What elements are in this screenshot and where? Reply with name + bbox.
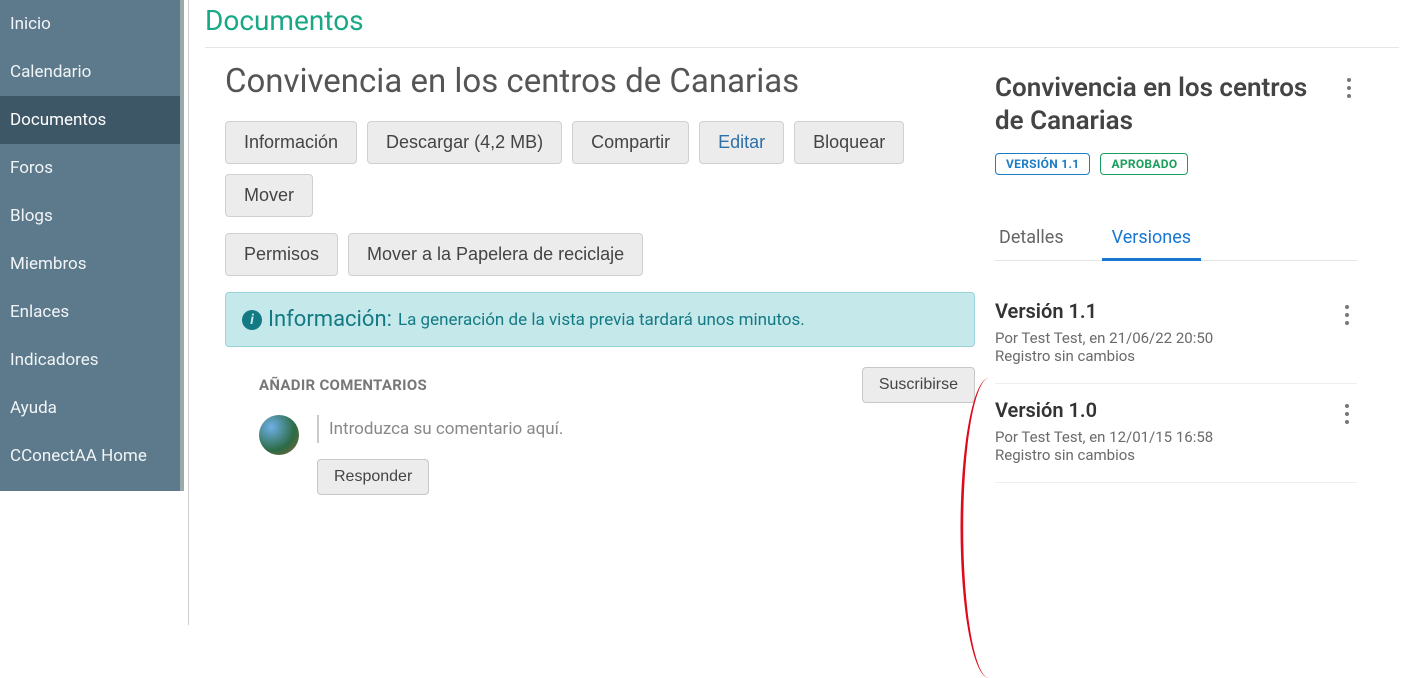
version-log: Registro sin cambios <box>995 347 1213 365</box>
comments-header-row: AÑADIR COMENTARIOS Suscribirse <box>225 367 975 415</box>
sidebar-item-documentos[interactable]: Documentos <box>0 96 180 144</box>
sidebar-item-ayuda[interactable]: Ayuda <box>0 384 180 432</box>
sidebar-item-blogs[interactable]: Blogs <box>0 192 180 240</box>
alert-body: La generación de la vista previa tardará… <box>398 310 805 330</box>
comment-input[interactable]: Introduzca su comentario aquí. <box>317 415 975 443</box>
comment-area: Introduzca su comentario aquí. Responder <box>225 415 975 495</box>
version-badge: VERSIÓN 1.1 <box>995 153 1090 175</box>
page-title: Documentos <box>205 0 1399 48</box>
side-kebab-menu[interactable] <box>1341 72 1357 104</box>
info-button[interactable]: Información <box>225 121 357 164</box>
sidebar-item-cconectaa-home[interactable]: CConectAA Home <box>0 432 180 480</box>
sidebar-item-miembros[interactable]: Miembros <box>0 240 180 288</box>
alert-heading: Información: <box>268 307 392 332</box>
sidebar-item-calendario[interactable]: Calendario <box>0 48 180 96</box>
version-list: Versión 1.1 Por Test Test, en 21/06/22 2… <box>995 291 1357 483</box>
reply-button[interactable]: Responder <box>317 459 429 495</box>
version-item[interactable]: Versión 1.1 Por Test Test, en 21/06/22 2… <box>995 291 1357 384</box>
comments-heading: AÑADIR COMENTARIOS <box>259 376 427 394</box>
recycle-button[interactable]: Mover a la Papelera de reciclaje <box>348 233 643 276</box>
badge-row: VERSIÓN 1.1 APROBADO <box>995 153 1357 175</box>
lock-button[interactable]: Bloquear <box>794 121 904 164</box>
main-content: Documentos Convivencia en los centros de… <box>188 0 1419 625</box>
tab-versions[interactable]: Versiones <box>1108 219 1195 260</box>
version-meta: Por Test Test, en 21/06/22 20:50 <box>995 329 1213 347</box>
sidebar-item-indicadores[interactable]: Indicadores <box>0 336 180 384</box>
side-tabs: Detalles Versiones <box>995 219 1357 261</box>
version-kebab-menu[interactable] <box>1337 299 1357 331</box>
info-alert: i Información: La generación de la vista… <box>225 292 975 347</box>
tab-details[interactable]: Detalles <box>995 219 1068 260</box>
version-meta: Por Test Test, en 12/01/15 16:58 <box>995 428 1213 446</box>
version-kebab-menu[interactable] <box>1337 398 1357 430</box>
side-title: Convivencia en los centros de Canarias <box>995 72 1333 137</box>
action-row-1: Información Descargar (4,2 MB) Compartir… <box>225 121 975 217</box>
status-badge: APROBADO <box>1100 153 1188 175</box>
edit-button[interactable]: Editar <box>699 121 784 164</box>
version-item[interactable]: Versión 1.0 Por Test Test, en 12/01/15 1… <box>995 384 1357 483</box>
download-button[interactable]: Descargar (4,2 MB) <box>367 121 562 164</box>
document-column: Convivencia en los centros de Canarias I… <box>205 48 995 495</box>
info-icon: i <box>242 310 262 330</box>
share-button[interactable]: Compartir <box>572 121 689 164</box>
side-panel: Convivencia en los centros de Canarias V… <box>995 48 1375 483</box>
sidebar-item-enlaces[interactable]: Enlaces <box>0 288 180 336</box>
version-title: Versión 1.0 <box>995 398 1213 422</box>
version-title: Versión 1.1 <box>995 299 1213 323</box>
subscribe-button[interactable]: Suscribirse <box>862 367 975 403</box>
avatar <box>259 415 299 455</box>
sidebar-item-inicio[interactable]: Inicio <box>0 0 180 48</box>
action-row-2: Permisos Mover a la Papelera de reciclaj… <box>225 233 975 276</box>
permissions-button[interactable]: Permisos <box>225 233 338 276</box>
sidebar: Inicio Calendario Documentos Foros Blogs… <box>0 0 184 491</box>
move-button[interactable]: Mover <box>225 174 313 217</box>
document-title: Convivencia en los centros de Canarias <box>225 62 975 101</box>
version-log: Registro sin cambios <box>995 446 1213 464</box>
sidebar-item-foros[interactable]: Foros <box>0 144 180 192</box>
